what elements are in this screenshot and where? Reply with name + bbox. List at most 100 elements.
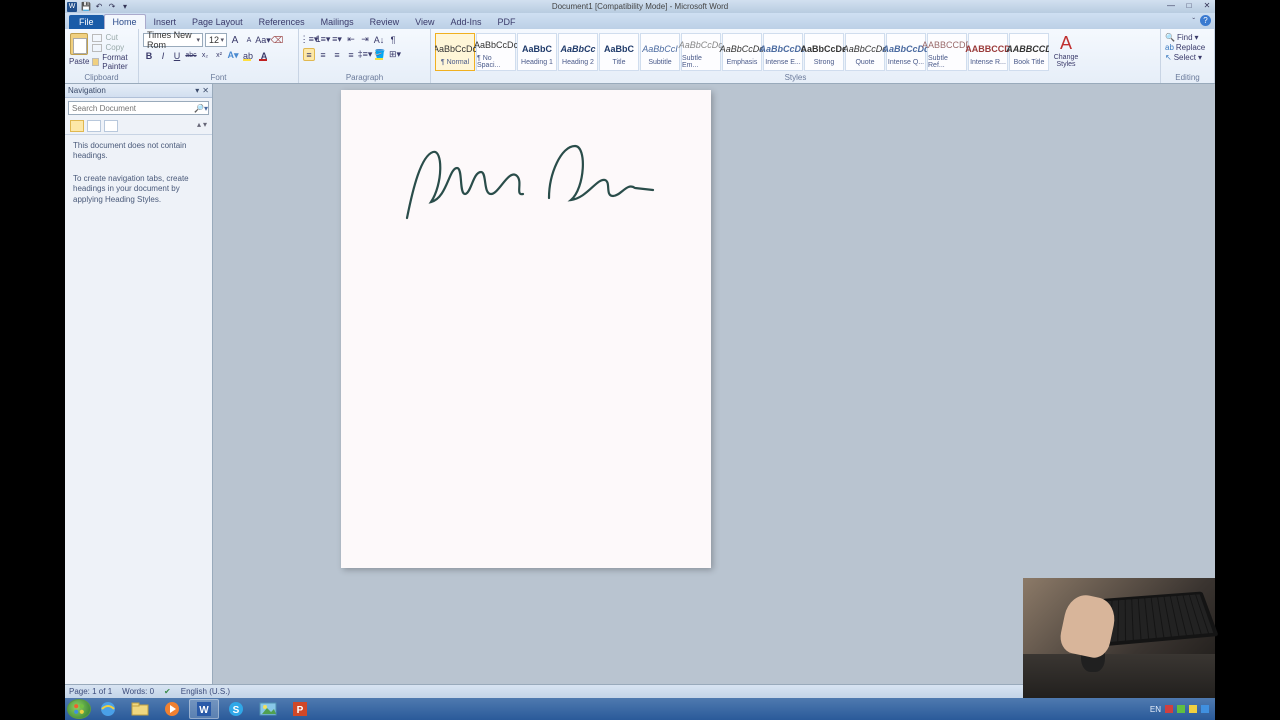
minimize-button[interactable]: —	[1165, 0, 1177, 10]
tray-icon[interactable]	[1177, 705, 1185, 713]
taskbar-word[interactable]: W	[189, 699, 219, 719]
save-button[interactable]: 💾	[81, 2, 91, 12]
style-item-subtle-ref-[interactable]: AABBCCDDSubtle Ref...	[927, 33, 967, 71]
start-button[interactable]	[67, 699, 91, 719]
style-item-subtle-em-[interactable]: AaBbCcDdSubtle Em...	[681, 33, 721, 71]
font-family-combo[interactable]: Times New Rom	[143, 33, 203, 47]
tab-addins[interactable]: Add-Ins	[443, 15, 490, 29]
cut-button[interactable]: Cut	[92, 33, 134, 42]
status-language[interactable]: English (U.S.)	[181, 687, 230, 696]
nav-tab-headings[interactable]	[70, 120, 84, 132]
style-item-heading-2[interactable]: AaBbCcHeading 2	[558, 33, 598, 71]
decrease-indent-button[interactable]: ⇤	[345, 33, 357, 46]
align-right-button[interactable]: ≡	[331, 48, 343, 61]
style-item--no-spaci-[interactable]: AaBbCcDc¶ No Spaci...	[476, 33, 516, 71]
format-painter-button[interactable]: Format Painter	[92, 53, 134, 71]
taskbar-skype[interactable]: S	[221, 699, 251, 719]
line-spacing-button[interactable]: ‡≡▾	[359, 48, 371, 61]
change-styles-button[interactable]: A Change Styles	[1052, 31, 1080, 73]
tab-references[interactable]: References	[251, 15, 313, 29]
page[interactable]	[341, 90, 711, 568]
copy-button[interactable]: Copy	[92, 43, 134, 52]
qat-more[interactable]: ▾	[120, 2, 130, 12]
italic-button[interactable]: I	[157, 49, 169, 62]
tab-mailings[interactable]: Mailings	[313, 15, 362, 29]
style-item-intense-q-[interactable]: AaBbCcDdIntense Q...	[886, 33, 926, 71]
tab-view[interactable]: View	[407, 15, 442, 29]
style-item-emphasis[interactable]: AaBbCcDdEmphasis	[722, 33, 762, 71]
strikethrough-button[interactable]: abc	[185, 49, 197, 62]
select-button[interactable]: ↖Select▾	[1165, 53, 1210, 62]
style-item-title[interactable]: AaBbCTitle	[599, 33, 639, 71]
undo-button[interactable]: ↶	[94, 2, 104, 12]
sort-button[interactable]: A↓	[373, 33, 385, 46]
nav-close-button[interactable]: ✕	[202, 86, 209, 95]
tray-icon[interactable]	[1201, 705, 1209, 713]
styles-gallery[interactable]: AaBbCcDc¶ NormalAaBbCcDc¶ No Spaci...AaB…	[435, 31, 1049, 73]
highlight-button[interactable]: ab	[241, 49, 255, 62]
maximize-button[interactable]: □	[1183, 0, 1195, 10]
tray-icon[interactable]	[1189, 705, 1197, 713]
justify-button[interactable]: ≡	[345, 48, 357, 61]
grow-font-button[interactable]: A	[229, 34, 241, 47]
nav-prev-button[interactable]: ▴	[197, 120, 201, 132]
style-item-subtitle[interactable]: AaBbCcISubtitle	[640, 33, 680, 71]
font-size-combo[interactable]: 12	[205, 33, 227, 47]
numbering-button[interactable]: 1≡▾	[317, 33, 329, 46]
find-button[interactable]: 🔍Find▾	[1165, 33, 1210, 42]
nav-menu-button[interactable]: ▾	[195, 86, 199, 95]
paste-button[interactable]: Paste	[69, 31, 89, 66]
multilevel-button[interactable]: ≡▾	[331, 33, 343, 46]
tab-page-layout[interactable]: Page Layout	[184, 15, 251, 29]
tab-home[interactable]: Home	[104, 14, 146, 29]
align-left-button[interactable]: ≡	[303, 48, 315, 61]
tray-icon[interactable]	[1165, 705, 1173, 713]
nav-tab-results[interactable]	[104, 120, 118, 132]
shrink-font-button[interactable]: A	[243, 34, 255, 47]
taskbar-explorer[interactable]	[125, 699, 155, 719]
tab-review[interactable]: Review	[362, 15, 408, 29]
close-button[interactable]: ✕	[1201, 0, 1213, 10]
align-center-button[interactable]: ≡	[317, 48, 329, 61]
style-item--normal[interactable]: AaBbCcDc¶ Normal	[435, 33, 475, 71]
style-item-intense-r-[interactable]: AABBCCDIntense R...	[968, 33, 1008, 71]
nav-next-button[interactable]: ▾	[203, 120, 207, 132]
style-item-heading-1[interactable]: AaBbCHeading 1	[517, 33, 557, 71]
style-item-strong[interactable]: AaBbCcDdStrong	[804, 33, 844, 71]
replace-button[interactable]: abReplace	[1165, 43, 1210, 52]
text-effects-button[interactable]: A▾	[227, 49, 239, 62]
status-words[interactable]: Words: 0	[122, 687, 154, 696]
search-icon[interactable]: 🔎▾	[194, 104, 208, 113]
taskbar-pictures[interactable]	[253, 699, 283, 719]
tab-pdf[interactable]: PDF	[490, 15, 524, 29]
clear-formatting-button[interactable]: ⌫	[271, 34, 283, 47]
taskbar-powerpoint[interactable]: P	[285, 699, 315, 719]
tab-file[interactable]: File	[69, 15, 104, 29]
bold-button[interactable]: B	[143, 49, 155, 62]
change-case-button[interactable]: Aa▾	[257, 34, 269, 47]
borders-button[interactable]: ⊞▾	[389, 48, 401, 61]
redo-button[interactable]: ↷	[107, 2, 117, 12]
style-item-book-title[interactable]: AABBCCDBook Title	[1009, 33, 1049, 71]
style-item-intense-e-[interactable]: AaBbCcDdIntense E...	[763, 33, 803, 71]
shading-button[interactable]: 🪣	[373, 48, 387, 61]
nav-tab-pages[interactable]	[87, 120, 101, 132]
underline-button[interactable]: U	[171, 49, 183, 62]
status-proofing-icon[interactable]: ✔	[164, 687, 171, 696]
help-icon[interactable]: ?	[1200, 15, 1211, 26]
taskbar-wmp[interactable]	[157, 699, 187, 719]
superscript-button[interactable]: x²	[213, 49, 225, 62]
tab-insert[interactable]: Insert	[146, 15, 185, 29]
taskbar-ie[interactable]	[93, 699, 123, 719]
status-page[interactable]: Page: 1 of 1	[69, 687, 112, 696]
increase-indent-button[interactable]: ⇥	[359, 33, 371, 46]
system-tray[interactable]: EN	[1150, 705, 1213, 714]
style-item-quote[interactable]: AaBbCcDdQuote	[845, 33, 885, 71]
tray-lang[interactable]: EN	[1150, 705, 1161, 714]
subscript-button[interactable]: x₂	[199, 49, 211, 62]
bullets-button[interactable]: ⋮≡▾	[303, 33, 315, 46]
font-color-button[interactable]: A	[257, 49, 271, 62]
minimize-ribbon[interactable]: ˇ	[1192, 17, 1195, 26]
search-document-input[interactable]: 🔎▾	[68, 101, 209, 115]
show-marks-button[interactable]: ¶	[387, 33, 399, 46]
